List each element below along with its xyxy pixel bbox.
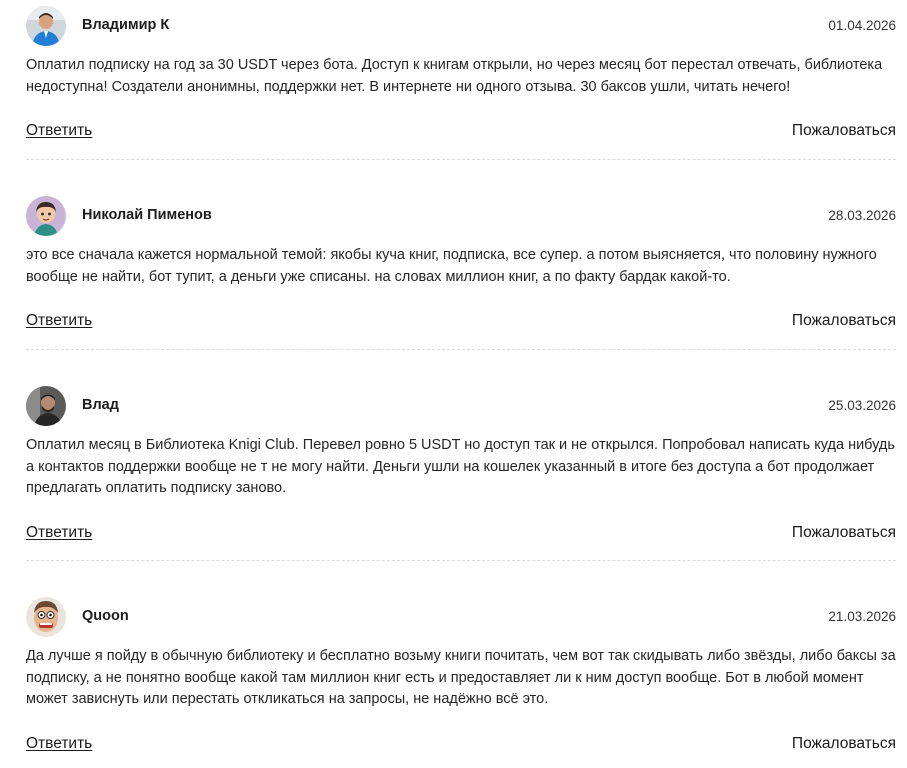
comment-text: это все сначала кажется нормальной темой…	[26, 247, 877, 285]
comment-author: Влад	[82, 397, 119, 413]
comment-header: Владимир К 01.04.2026	[26, 6, 896, 46]
comment-actions: Ответить Пожаловаться	[26, 122, 896, 144]
comment-actions: Ответить Пожаловаться	[26, 735, 896, 757]
user-avatar-icon[interactable]	[26, 597, 66, 637]
comment-header: Влад 25.03.2026	[26, 386, 896, 426]
comment-item: Влад 25.03.2026 Оплатил месяц в Библиоте…	[26, 386, 896, 546]
comments-list: Владимир К 01.04.2026 Оплатил подписку н…	[0, 0, 907, 768]
report-link[interactable]: Пожаловаться	[792, 122, 896, 140]
reply-link[interactable]: Ответить	[26, 122, 92, 140]
user-avatar-icon[interactable]	[26, 196, 66, 236]
report-link[interactable]: Пожаловаться	[792, 735, 896, 753]
comment-date: 21.03.2026	[828, 609, 896, 624]
comment-date: 25.03.2026	[828, 398, 896, 413]
comment-divider	[26, 349, 896, 350]
user-avatar-icon[interactable]	[26, 6, 66, 46]
comment-text: Оплатил подписку на год за 30 USDT через…	[26, 57, 883, 95]
user-avatar-icon[interactable]	[26, 386, 66, 426]
comment-text: Оплатил месяц в Библиотека Knigi Club. П…	[26, 437, 895, 496]
comment-author: Quoon	[82, 608, 129, 624]
reply-link[interactable]: Ответить	[26, 524, 92, 542]
comment-actions: Ответить Пожаловаться	[26, 312, 896, 334]
comment-date: 01.04.2026	[828, 18, 896, 33]
comment-header: Quoon 21.03.2026	[26, 597, 896, 637]
comment-actions: Ответить Пожаловаться	[26, 524, 896, 546]
comment-date: 28.03.2026	[828, 208, 896, 223]
reply-link[interactable]: Ответить	[26, 735, 92, 753]
comment-divider	[26, 159, 896, 160]
comment-author: Владимир К	[82, 17, 170, 33]
comment-text: Да лучше я пойду в обычную библиотеку и …	[26, 648, 896, 707]
comment-item: Николай Пименов 28.03.2026 это все снача…	[26, 196, 896, 334]
report-link[interactable]: Пожаловаться	[792, 312, 896, 330]
comment-author: Николай Пименов	[82, 207, 212, 223]
comment-item: Quoon 21.03.2026 Да лучше я пойду в обыч…	[26, 597, 896, 757]
comment-divider	[26, 560, 896, 561]
comment-header: Николай Пименов 28.03.2026	[26, 196, 896, 236]
reply-link[interactable]: Ответить	[26, 312, 92, 330]
comment-item: Владимир К 01.04.2026 Оплатил подписку н…	[26, 6, 896, 144]
report-link[interactable]: Пожаловаться	[792, 524, 896, 542]
